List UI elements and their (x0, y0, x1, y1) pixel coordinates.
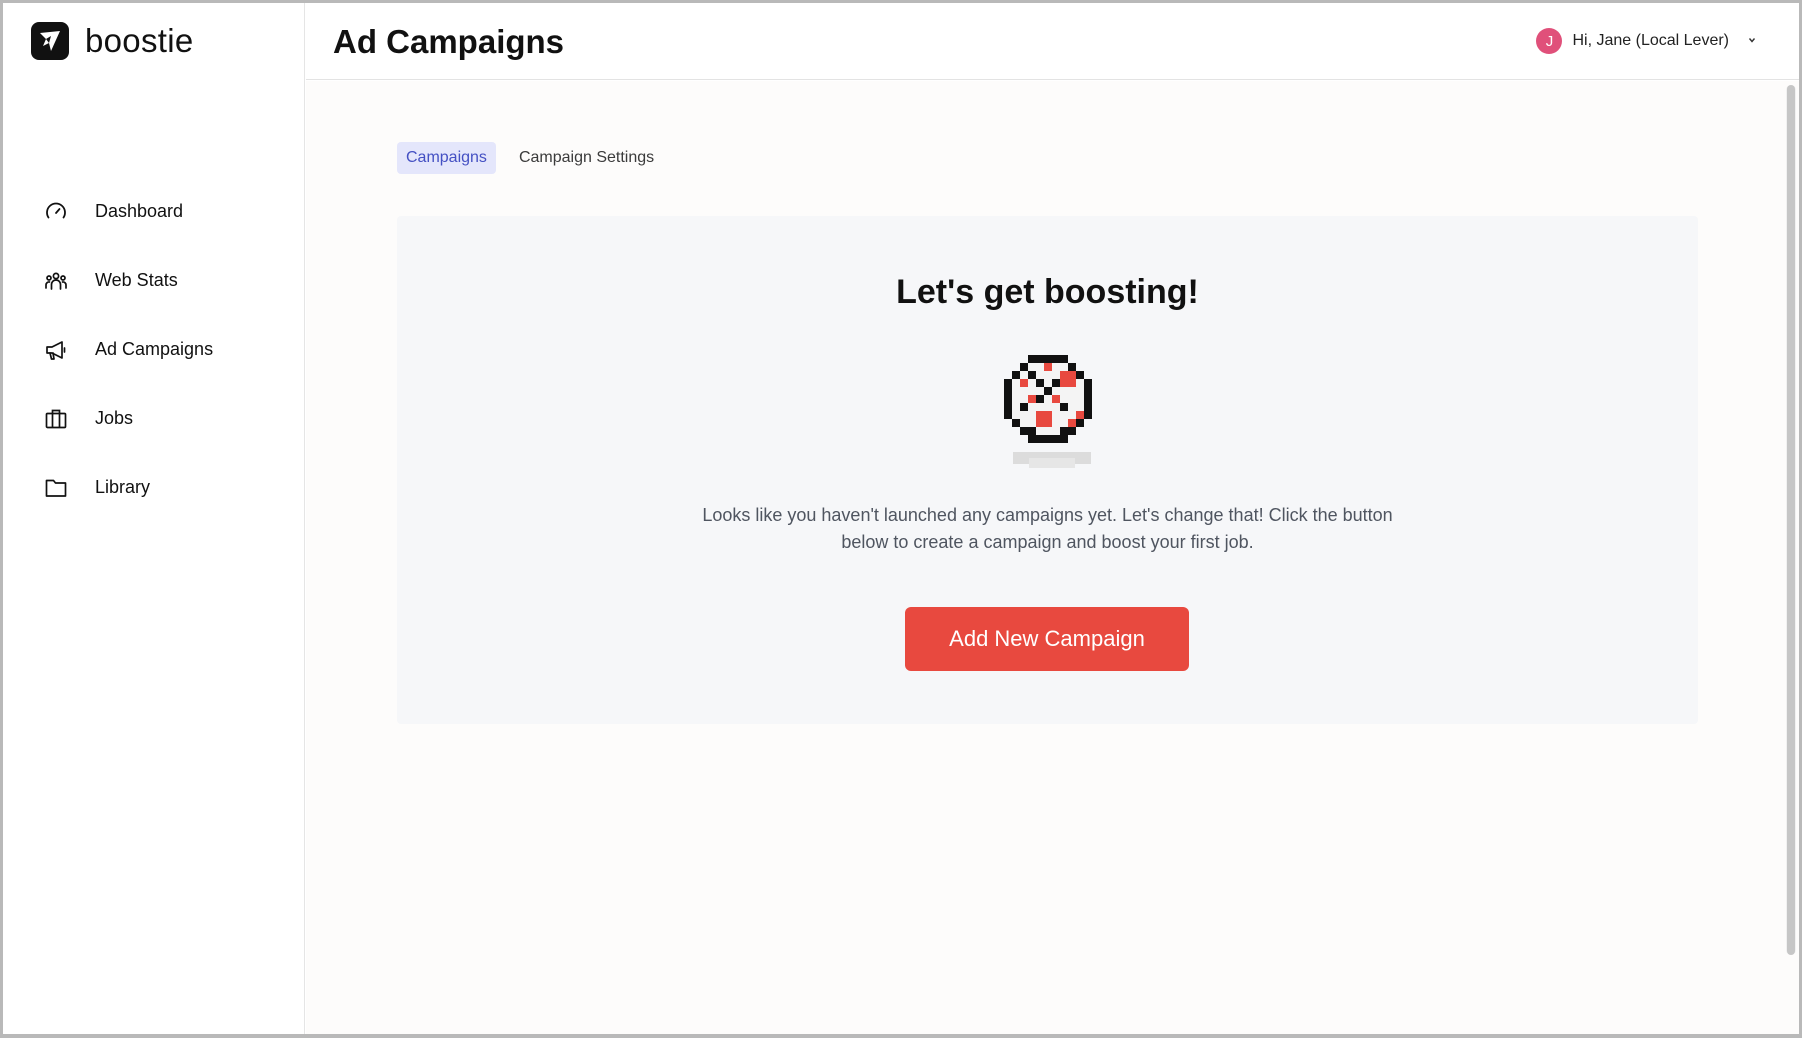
add-new-campaign-button[interactable]: Add New Campaign (905, 607, 1189, 671)
sidebar-item-label: Dashboard (95, 201, 184, 221)
sidebar-item-label: Web Stats (95, 270, 178, 290)
scrollbar-thumb[interactable] (1787, 85, 1795, 955)
vertical-scrollbar[interactable] (1786, 85, 1796, 955)
app-window: boostie Dashboard Web Stats Ad Campaigns… (0, 0, 1802, 1038)
top-header: Ad Campaigns J Hi, Jane (Local Lever) (306, 3, 1799, 80)
sidebar-item-jobs[interactable]: Jobs (3, 384, 304, 453)
campaign-tabs: Campaigns Campaign Settings (397, 142, 663, 174)
avatar: J (1536, 28, 1563, 54)
tab-campaigns[interactable]: Campaigns (397, 142, 496, 174)
boostie-logo-icon (31, 22, 69, 60)
sidebar: boostie Dashboard Web Stats Ad Campaigns… (3, 3, 305, 1034)
chevron-down-icon (1747, 32, 1757, 50)
sidebar-item-library[interactable]: Library (3, 453, 304, 522)
sidebar-nav: Dashboard Web Stats Ad Campaigns Jobs Li… (3, 177, 304, 522)
briefcase-icon (43, 406, 69, 432)
sidebar-item-dashboard[interactable]: Dashboard (3, 177, 304, 246)
folder-icon (43, 475, 69, 501)
brand-name: boostie (85, 22, 194, 59)
brand-logo[interactable]: boostie (31, 22, 194, 60)
empty-state-description: Looks like you haven't launched any camp… (702, 505, 1393, 552)
users-icon (43, 268, 69, 294)
gauge-icon (43, 199, 69, 225)
sidebar-item-ad-campaigns[interactable]: Ad Campaigns (3, 315, 304, 384)
tab-campaign-settings[interactable]: Campaign Settings (510, 142, 663, 174)
user-menu[interactable]: J Hi, Jane (Local Lever) (1536, 28, 1757, 54)
pixel-dartboard-icon (997, 352, 1107, 478)
main-content: Campaigns Campaign Settings Let's get bo… (306, 81, 1799, 1034)
sidebar-item-label: Ad Campaigns (95, 339, 214, 359)
empty-state-card: Let's get boosting! Looks like you haven… (397, 216, 1698, 724)
sidebar-item-label: Library (95, 477, 151, 497)
page-title: Ad Campaigns (333, 23, 565, 60)
user-greeting: Hi, Jane (Local Lever) (1572, 32, 1729, 49)
sidebar-item-label: Jobs (95, 408, 134, 428)
megaphone-icon (43, 337, 69, 363)
sidebar-item-web-stats[interactable]: Web Stats (3, 246, 304, 315)
empty-state-title: Let's get boosting! (896, 273, 1199, 311)
